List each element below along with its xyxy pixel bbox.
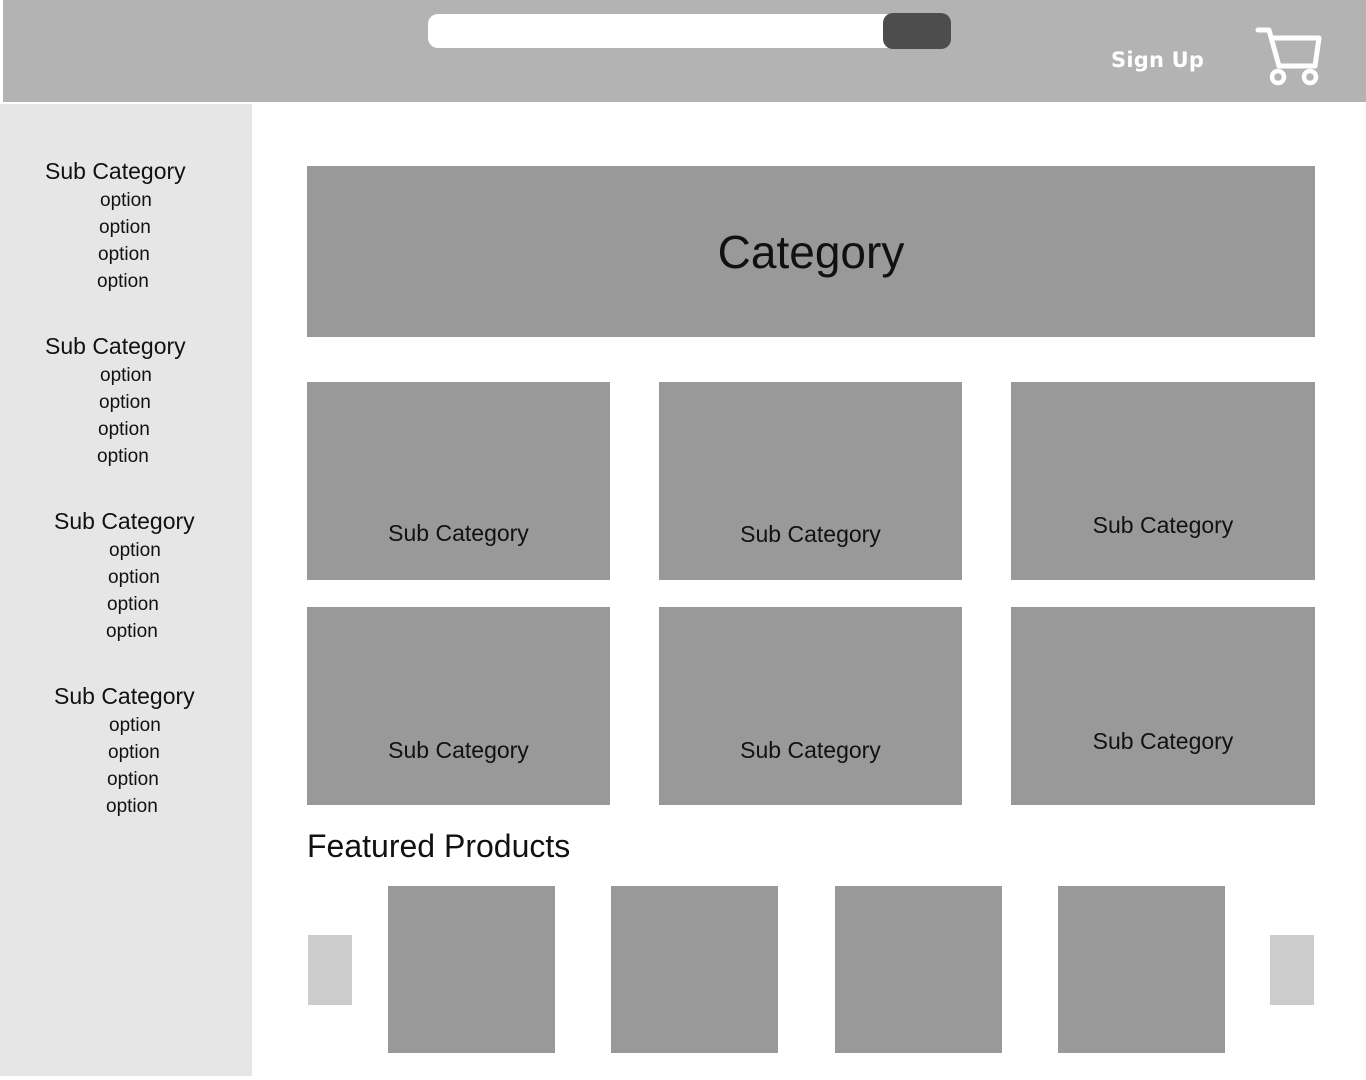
sidebar-option[interactable]: option bbox=[97, 268, 186, 295]
search-button[interactable] bbox=[883, 13, 951, 49]
page: Sign Up Sub Category option option optio… bbox=[0, 0, 1366, 1080]
sidebar-option[interactable]: option bbox=[100, 362, 186, 389]
sidebar-option[interactable]: option bbox=[106, 618, 195, 645]
featured-product-card[interactable] bbox=[611, 886, 778, 1053]
category-title: Category bbox=[717, 225, 905, 278]
sidebar-group: Sub Category option option option option bbox=[45, 158, 186, 295]
featured-product-card[interactable] bbox=[388, 886, 555, 1053]
subcategory-tile[interactable]: Sub Category bbox=[1011, 382, 1315, 580]
sidebar-group-title[interactable]: Sub Category bbox=[45, 333, 186, 360]
sidebar-group: Sub Category option option option option bbox=[45, 333, 186, 470]
sidebar-option[interactable]: option bbox=[108, 739, 195, 766]
subcategory-tile-label: Sub Category bbox=[740, 521, 881, 547]
category-sidebar: Sub Category option option option option… bbox=[0, 104, 252, 1076]
sidebar-option[interactable]: option bbox=[100, 187, 186, 214]
sidebar-option[interactable]: option bbox=[109, 537, 195, 564]
subcategory-tile[interactable]: Sub Category bbox=[307, 382, 610, 580]
sidebar-option[interactable]: option bbox=[97, 443, 186, 470]
subcategory-tile-label: Sub Category bbox=[740, 737, 881, 763]
sidebar-group: Sub Category option option option option bbox=[54, 683, 195, 820]
featured-product-card[interactable] bbox=[1058, 886, 1225, 1053]
carousel-next-button[interactable] bbox=[1270, 935, 1314, 1005]
sidebar-group-title[interactable]: Sub Category bbox=[45, 158, 186, 185]
search-input[interactable] bbox=[428, 14, 898, 48]
subcategory-tile-label: Sub Category bbox=[1092, 728, 1234, 754]
category-banner: Category bbox=[307, 166, 1315, 337]
featured-product-card[interactable] bbox=[835, 886, 1002, 1053]
shopping-cart-icon bbox=[1255, 27, 1322, 86]
subcategory-tile-label: Sub Category bbox=[1092, 512, 1234, 538]
sidebar-group-title[interactable]: Sub Category bbox=[54, 683, 195, 710]
subcategory-tile[interactable]: Sub Category bbox=[659, 607, 962, 805]
subcategory-tile[interactable]: Sub Category bbox=[659, 382, 962, 580]
sidebar-option[interactable]: option bbox=[108, 564, 195, 591]
sidebar-group: Sub Category option option option option bbox=[54, 508, 195, 645]
sidebar-option[interactable]: option bbox=[109, 712, 195, 739]
sidebar-option[interactable]: option bbox=[98, 241, 186, 268]
featured-products-title: Featured Products bbox=[307, 828, 571, 864]
sidebar-option[interactable]: option bbox=[107, 591, 195, 618]
top-header: Sign Up bbox=[3, 0, 1366, 102]
sidebar-group-title[interactable]: Sub Category bbox=[54, 508, 195, 535]
subcategory-tile-label: Sub Category bbox=[388, 737, 529, 763]
signup-link[interactable]: Sign Up bbox=[1111, 48, 1204, 72]
subcategory-tile-label: Sub Category bbox=[388, 520, 529, 546]
sidebar-option[interactable]: option bbox=[99, 389, 186, 416]
sidebar-option[interactable]: option bbox=[106, 793, 195, 820]
sidebar-option[interactable]: option bbox=[99, 214, 186, 241]
cart-button[interactable] bbox=[1255, 24, 1325, 90]
carousel-prev-button[interactable] bbox=[308, 935, 352, 1005]
sidebar-option[interactable]: option bbox=[107, 766, 195, 793]
subcategory-tile[interactable]: Sub Category bbox=[307, 607, 610, 805]
sidebar-option[interactable]: option bbox=[98, 416, 186, 443]
subcategory-tile[interactable]: Sub Category bbox=[1011, 607, 1315, 805]
